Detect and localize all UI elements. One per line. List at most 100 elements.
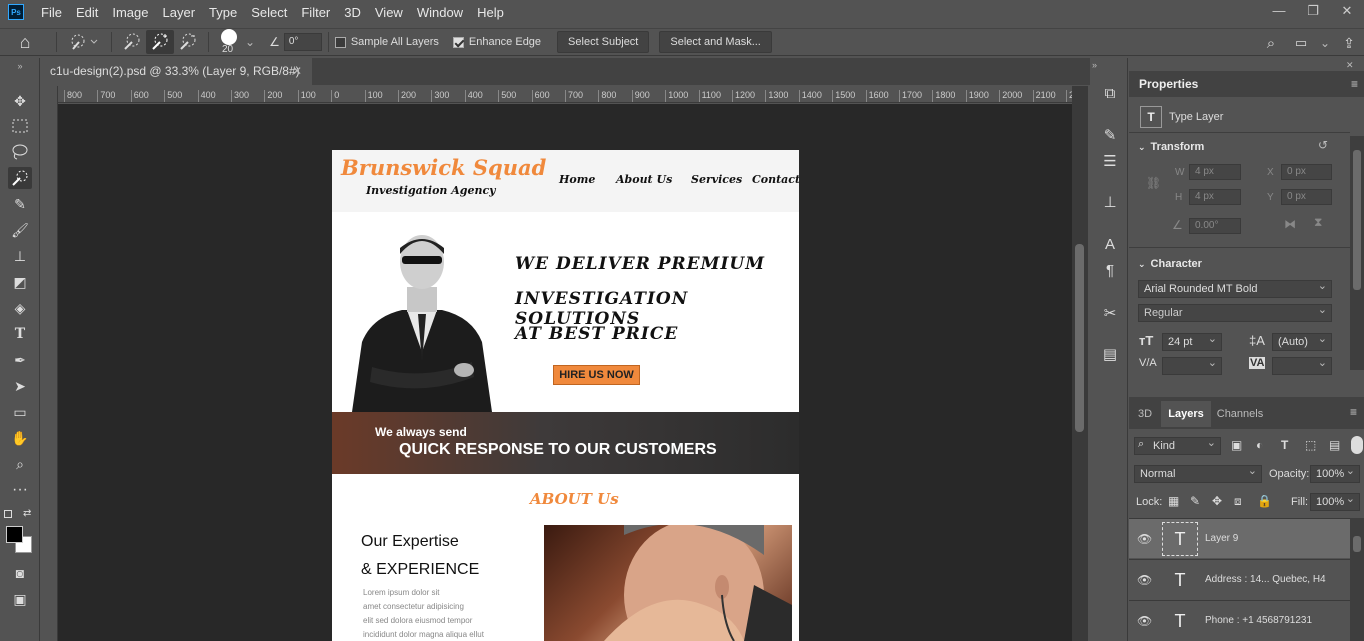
- chevron-down-icon[interactable]: ⌄: [1316, 36, 1334, 50]
- quick-mask-icon[interactable]: ◙: [8, 562, 32, 584]
- tracking-select[interactable]: [1272, 355, 1332, 375]
- menu-view[interactable]: View: [368, 5, 410, 20]
- new-selection-icon[interactable]: [118, 33, 146, 51]
- scrollbar-thumb[interactable]: [1075, 244, 1084, 432]
- menu-select[interactable]: Select: [244, 5, 294, 20]
- font-size-select[interactable]: 24 pt: [1162, 331, 1222, 351]
- move-tool-icon[interactable]: ✥: [8, 90, 32, 112]
- adjustments-icon[interactable]: ☰: [1099, 150, 1121, 172]
- lock-pixels-icon[interactable]: ✎: [1190, 494, 1200, 508]
- close-button[interactable]: ✕: [1330, 0, 1364, 24]
- lock-all-icon[interactable]: 🔒: [1257, 494, 1272, 508]
- clone-source-icon[interactable]: ⊥: [1099, 191, 1121, 213]
- panel-menu-icon[interactable]: ≡: [1350, 405, 1357, 419]
- document-tab[interactable]: c1u-design(2).psd @ 33.3% (Layer 9, RGB/…: [40, 58, 312, 85]
- menu-3d[interactable]: 3D: [337, 5, 368, 20]
- menu-edit[interactable]: Edit: [69, 5, 105, 20]
- chevron-down-icon[interactable]: ⌄: [245, 35, 255, 49]
- tool-presets-icon[interactable]: ✂: [1099, 302, 1121, 324]
- adjustment-filter-icon[interactable]: ◐: [1256, 438, 1263, 452]
- pen-tool-icon[interactable]: ✒: [8, 349, 32, 371]
- sample-all-layers-checkbox[interactable]: Sample All Layers: [334, 36, 439, 48]
- brush-settings-icon[interactable]: ✎: [1099, 124, 1121, 146]
- lasso-tool-icon[interactable]: [8, 141, 32, 163]
- hand-tool-icon[interactable]: ✋: [8, 427, 32, 449]
- kerning-select[interactable]: [1162, 355, 1222, 375]
- layer-kind-filter[interactable]: Kind: [1134, 435, 1221, 455]
- rotation-input[interactable]: 0.00°: [1189, 218, 1241, 234]
- path-selection-tool-icon[interactable]: ➤: [8, 375, 32, 397]
- transform-section[interactable]: ⌄ Transform: [1138, 141, 1204, 153]
- eye-icon[interactable]: 👁: [1137, 532, 1152, 546]
- flip-horizontal-icon[interactable]: ⧓: [1284, 217, 1296, 231]
- home-icon[interactable]: ⌂: [0, 32, 50, 53]
- eye-icon[interactable]: 👁: [1137, 573, 1152, 587]
- font-style-select[interactable]: Regular: [1138, 302, 1332, 322]
- select-and-mask-button[interactable]: Select and Mask...: [659, 31, 772, 53]
- menu-help[interactable]: Help: [470, 5, 511, 20]
- filter-toggle[interactable]: [1351, 436, 1363, 454]
- tab-layers[interactable]: Layers: [1161, 401, 1211, 427]
- layers-scrollbar[interactable]: [1350, 518, 1364, 641]
- paint-bucket-tool-icon[interactable]: ◈: [8, 297, 32, 319]
- rectangle-tool-icon[interactable]: ▭: [8, 401, 32, 423]
- screen-mode-icon[interactable]: ▣: [8, 588, 32, 610]
- opacity-input[interactable]: 100%: [1310, 463, 1360, 483]
- angle-input[interactable]: 0°: [283, 33, 322, 51]
- scrollbar-thumb[interactable]: [1353, 150, 1361, 290]
- blend-mode-select[interactable]: Normal: [1134, 463, 1262, 483]
- tab-3d[interactable]: 3D: [1131, 401, 1159, 427]
- eye-icon[interactable]: 👁: [1137, 614, 1152, 628]
- search-icon[interactable]: ⌕: [1256, 35, 1286, 52]
- workspace-icon[interactable]: ▭: [1286, 35, 1316, 51]
- properties-scrollbar[interactable]: [1350, 136, 1364, 370]
- select-subject-button[interactable]: Select Subject: [557, 31, 650, 53]
- font-family-select[interactable]: Arial Rounded MT Bold: [1138, 278, 1332, 298]
- reset-icon[interactable]: ↺: [1318, 138, 1328, 152]
- document-canvas[interactable]: Brunswick Squad Investigation Agency Hom…: [332, 150, 799, 641]
- collapse-icon[interactable]: »: [8, 60, 32, 72]
- layer-row[interactable]: 👁 T Phone : +1 4568791231: [1129, 600, 1350, 640]
- more-tools-icon[interactable]: ···: [8, 479, 32, 501]
- eraser-tool-icon[interactable]: ◩: [8, 271, 32, 293]
- quick-selection-tool-icon[interactable]: [8, 167, 32, 189]
- history-icon[interactable]: ⧉: [1099, 82, 1121, 104]
- menu-image[interactable]: Image: [105, 5, 155, 20]
- y-input[interactable]: 0 px: [1281, 189, 1332, 205]
- fill-input[interactable]: 100%: [1310, 491, 1360, 511]
- tab-channels[interactable]: Channels: [1211, 401, 1269, 427]
- eyedropper-tool-icon[interactable]: ✎: [8, 193, 32, 215]
- link-icon[interactable]: ⛓: [1146, 176, 1161, 190]
- subtract-from-selection-icon[interactable]: [174, 33, 202, 51]
- brush-size-picker[interactable]: 20: [215, 28, 245, 56]
- close-icon[interactable]: ✕: [292, 58, 302, 85]
- libraries-icon[interactable]: ▤: [1099, 343, 1121, 365]
- menu-type[interactable]: Type: [202, 5, 244, 20]
- smart-object-filter-icon[interactable]: ▤: [1329, 438, 1340, 452]
- menu-window[interactable]: Window: [410, 5, 470, 20]
- type-tool-icon[interactable]: T: [8, 323, 32, 345]
- x-input[interactable]: 0 px: [1281, 164, 1332, 180]
- layer-row[interactable]: 👁 T Address : 14... Quebec, H4: [1129, 559, 1350, 599]
- layer-row[interactable]: 👁 T Layer 9: [1129, 518, 1350, 558]
- leading-select[interactable]: (Auto): [1272, 331, 1332, 351]
- zoom-tool-icon[interactable]: ⌕: [8, 453, 32, 475]
- marquee-tool-icon[interactable]: [8, 115, 32, 137]
- brush-tool-icon[interactable]: 🖌: [8, 219, 32, 241]
- lock-position-icon[interactable]: ✥: [1212, 494, 1222, 508]
- close-panel-icon[interactable]: ✕: [1346, 60, 1354, 71]
- character-icon[interactable]: A: [1099, 233, 1121, 255]
- paragraph-icon[interactable]: ¶: [1099, 259, 1121, 281]
- pixel-filter-icon[interactable]: ▣: [1231, 438, 1242, 452]
- clone-stamp-tool-icon[interactable]: ⊥: [8, 245, 32, 267]
- flip-vertical-icon[interactable]: ⧗: [1314, 215, 1322, 230]
- minimize-button[interactable]: —: [1262, 0, 1296, 24]
- swap-colors-icon[interactable]: ⇄: [23, 508, 31, 519]
- share-icon[interactable]: ⇪: [1334, 35, 1364, 52]
- lock-artboard-icon[interactable]: ⧈: [1234, 494, 1242, 509]
- height-input[interactable]: 4 px: [1189, 189, 1241, 205]
- enhance-edge-checkbox[interactable]: Enhance Edge: [452, 36, 541, 48]
- add-to-selection-icon[interactable]: [146, 30, 174, 54]
- quick-selection-preset-icon[interactable]: [63, 33, 105, 51]
- default-colors-icon[interactable]: [4, 510, 12, 518]
